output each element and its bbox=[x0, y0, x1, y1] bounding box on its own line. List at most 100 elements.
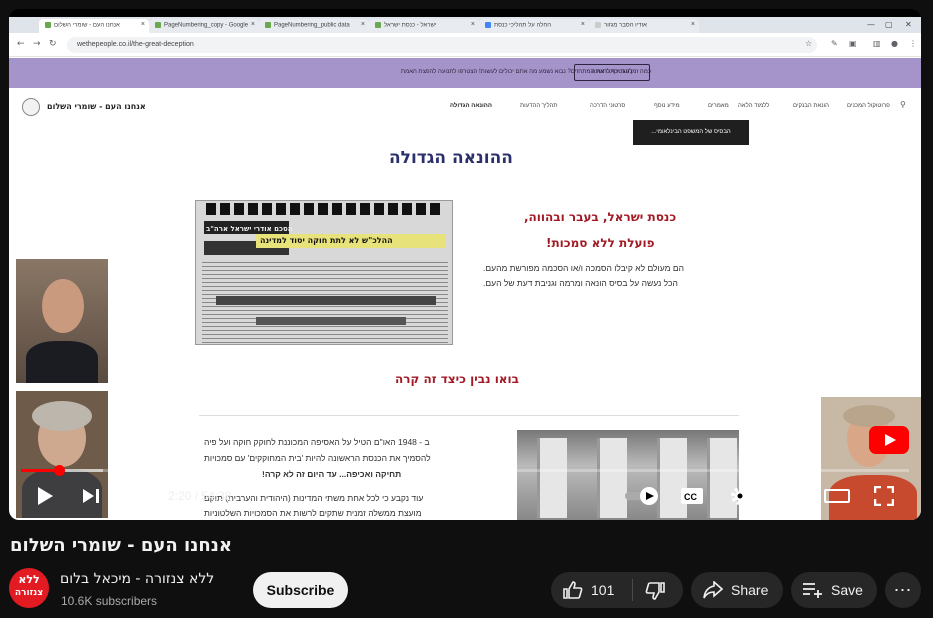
tab-label: PageNumbering_public data bbox=[274, 22, 350, 29]
browser-tab: PageNumbering_copy - Google × bbox=[149, 19, 259, 33]
body-line-1: הם מעולם לא קיבלו הסמכה ו/או הסכמה מפורש… bbox=[483, 263, 684, 273]
play-icon[interactable] bbox=[36, 486, 54, 506]
body-paragraph-line: עוד נקבע כי לכל אחת משתי המדינות (היהודי… bbox=[204, 493, 424, 503]
current-time: 2:20 bbox=[168, 489, 192, 503]
tab-label: PageNumbering_copy - Google bbox=[164, 22, 249, 29]
tab-label: החלה על תהליכי כנסת bbox=[494, 22, 552, 29]
red-heading-line-2: פועלת ללא סמכות! bbox=[546, 236, 655, 250]
avatar-text-line-1: ללא bbox=[18, 573, 40, 586]
duration: 54:38 bbox=[201, 489, 232, 503]
close-icon: × bbox=[360, 21, 365, 28]
volume-icon[interactable] bbox=[127, 486, 149, 506]
close-icon: × bbox=[250, 21, 255, 28]
section-divider bbox=[199, 415, 739, 416]
like-icon[interactable] bbox=[563, 581, 583, 599]
flag-shape bbox=[597, 438, 627, 518]
favicon-icon bbox=[155, 22, 161, 28]
menu-item-process: תהליך ההדעות bbox=[520, 103, 558, 109]
url-field: wethepeople.co.il/the-great-deception bbox=[67, 37, 817, 53]
favicon-icon bbox=[265, 22, 271, 28]
more-horizontal-icon: ⋯ bbox=[893, 580, 913, 600]
browser-tab-strip: אנחנו העם - שומרי השלום × PageNumbering_c… bbox=[9, 17, 921, 33]
fullscreen-icon[interactable] bbox=[874, 486, 894, 506]
person-hair bbox=[32, 401, 92, 431]
scrubber-handle[interactable] bbox=[54, 465, 65, 476]
extensions-puzzle-icon: ▣ bbox=[849, 39, 857, 48]
body-paragraph-line: להסמיך את הכנסת הראשונה להיות 'בית המחוק… bbox=[204, 453, 431, 463]
captions-icon[interactable]: CC bbox=[680, 487, 704, 505]
close-window-icon: ✕ bbox=[905, 20, 912, 29]
extension-icon: ✎ bbox=[831, 39, 838, 48]
page-title: ההונאה הגדולה bbox=[389, 148, 513, 168]
favicon-icon bbox=[375, 22, 381, 28]
person-hair bbox=[843, 405, 895, 427]
favicon-icon bbox=[45, 22, 51, 28]
more-actions-button[interactable]: ⋯ bbox=[885, 572, 921, 608]
settings-gear-icon[interactable] bbox=[729, 485, 751, 507]
site-logo-text: אנחנו העם - שומרי השלום bbox=[47, 102, 146, 111]
next-icon[interactable] bbox=[82, 488, 100, 504]
close-icon: × bbox=[580, 21, 585, 28]
like-dislike-separator bbox=[632, 579, 633, 601]
browser-tab: אודיו הסבר מגזור × bbox=[589, 19, 699, 33]
browser-tab: אנחנו העם - שומרי השלום × bbox=[39, 19, 149, 33]
minimize-icon: — bbox=[867, 20, 875, 29]
newspaper-subhead-block bbox=[256, 317, 406, 325]
flags-photo bbox=[517, 430, 739, 520]
like-dislike-group: 101 bbox=[551, 572, 683, 608]
browser-tab: PageNumbering_public data × bbox=[259, 19, 369, 33]
channel-name[interactable]: ללא צנזורה - מיכאל בלום bbox=[60, 571, 214, 587]
body-paragraph-line: ב - 1948 האו"ם הטיל על האסיפה המכוננת לח… bbox=[204, 437, 430, 447]
site-search-icon: ⚲ bbox=[900, 100, 906, 109]
share-button[interactable]: Share bbox=[691, 572, 783, 608]
favicon-icon bbox=[595, 22, 601, 28]
profile-icon: ● bbox=[891, 39, 898, 48]
tab-label: אודיו הסבר מגזור bbox=[604, 22, 647, 29]
menu-item-videos: סרטוני הדרכה bbox=[590, 103, 626, 109]
browser-address-bar: ← → ↻ wethepeople.co.il/the-great-decept… bbox=[9, 33, 921, 57]
menu-item-protocol: פרוטוקול המכנים bbox=[847, 103, 890, 109]
site-navigation: אנחנו העם - שומרי השלום ההונאה הגדולה תה… bbox=[9, 88, 921, 120]
share-icon bbox=[703, 581, 723, 599]
save-button[interactable]: Save bbox=[791, 572, 877, 608]
youtube-watch-page: אנחנו העם - שומרי השלום × PageNumbering_c… bbox=[0, 0, 933, 618]
channel-avatar[interactable]: ללא צנזורה bbox=[9, 568, 49, 608]
menu-item-articles: מאמרים bbox=[708, 103, 729, 109]
menu-item-bank-fraud: הונאת הבנקים bbox=[793, 103, 829, 109]
bookmark-star-icon: ☆ bbox=[805, 39, 813, 48]
video-title: אנחנו העם - שומרי השלום bbox=[10, 535, 232, 556]
subheading: בואו נבין כיצד זה קרה bbox=[395, 372, 519, 386]
site-banner: להצטרף לתנועה כמה זמן עוד יכתרו את המתחז… bbox=[9, 58, 921, 88]
close-icon: × bbox=[470, 21, 475, 28]
flag-shape bbox=[657, 438, 687, 518]
site-logo-icon bbox=[22, 98, 40, 116]
newspaper-masthead bbox=[206, 203, 444, 215]
theater-mode-icon[interactable] bbox=[824, 489, 850, 503]
autoplay-toggle-icon[interactable] bbox=[624, 486, 660, 506]
svg-text:CC: CC bbox=[684, 492, 697, 502]
miniplayer-icon[interactable] bbox=[776, 487, 800, 505]
menu-item-more-info: מידע נוסף bbox=[654, 103, 680, 109]
subscribe-button[interactable]: Subscribe bbox=[253, 572, 348, 608]
browser-tab: החלה על תהליכי כנסת × bbox=[479, 19, 589, 33]
sidepanel-icon: ▥ bbox=[873, 39, 881, 48]
favicon-icon bbox=[485, 22, 491, 28]
forward-icon: → bbox=[33, 39, 41, 49]
subscriber-count: 10.6K subscribers bbox=[61, 594, 158, 608]
progress-track[interactable] bbox=[21, 469, 909, 472]
newspaper-highlight-headline: ההלכ"ש לא לתת חוקה יסוד למדינה bbox=[260, 236, 393, 245]
dislike-icon[interactable] bbox=[645, 582, 665, 600]
flag-shape bbox=[537, 438, 567, 518]
newspaper-image: הסכם אודרי ישראל ארה"ב ההלכ"ש לא לתת חוק… bbox=[195, 200, 453, 345]
time-separator: / bbox=[194, 489, 199, 503]
menu-tooltip: הבסיס של המשפט הבינלאומי... bbox=[633, 120, 749, 145]
save-playlist-icon bbox=[803, 583, 822, 598]
like-count[interactable]: 101 bbox=[591, 572, 614, 608]
menu-item-great-deception: ההונאה הגדולה bbox=[450, 103, 492, 109]
time-display: 2:20 / 54:38 bbox=[168, 489, 231, 503]
share-label: Share bbox=[731, 582, 769, 598]
video-player[interactable]: אנחנו העם - שומרי השלום × PageNumbering_c… bbox=[9, 9, 921, 520]
maximize-icon: ▢ bbox=[885, 20, 893, 29]
banner-text: כמה זמן עוד יכתרו את המתחזים? נבוא נשמע … bbox=[400, 69, 651, 75]
person-head bbox=[42, 279, 84, 333]
